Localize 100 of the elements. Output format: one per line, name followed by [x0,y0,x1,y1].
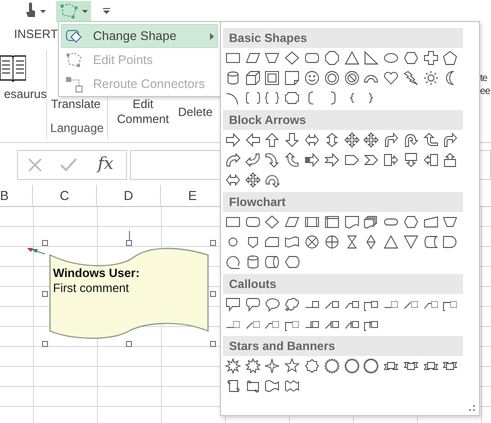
punched-tape-icon[interactable] [284,234,300,250]
block-arrow-icon[interactable] [284,132,300,148]
notched-arrow-icon[interactable] [324,152,340,168]
arrow-callout-icon[interactable] [442,152,458,168]
four-way-arrow-icon[interactable] [244,172,261,188]
rectangle-icon[interactable] [224,50,241,66]
menu-item[interactable]: Change Shape [61,24,218,48]
u-turn-arrow-icon[interactable] [402,132,419,148]
arrow-callout-icon[interactable] [402,152,419,168]
resize-handle[interactable] [42,341,48,347]
card-shape-icon[interactable] [264,234,280,250]
block-arrow-icon[interactable] [244,132,261,148]
right-triangle-icon[interactable] [363,50,380,66]
rectangular-callout-icon[interactable] [224,296,241,312]
chevron-icon[interactable] [363,152,380,168]
explosion-icon[interactable] [224,358,241,374]
resize-handle[interactable] [210,341,216,347]
cross-icon[interactable] [422,50,439,66]
bent-arrow-icon[interactable] [442,132,458,148]
horizontal-scroll-icon[interactable] [244,378,261,394]
prohibition-sign-icon[interactable] [344,70,360,86]
triangle-icon[interactable] [383,234,400,250]
rectangle-icon[interactable] [224,214,241,230]
cylinder-icon[interactable] [224,70,241,86]
insert-function-button[interactable]: fx [94,152,118,178]
cloud-callout-icon[interactable] [284,296,300,312]
eight-point-star-icon[interactable] [304,358,320,374]
block-arrow-icon[interactable] [264,132,280,148]
double-headed-arrow-icon[interactable] [324,132,340,148]
twenty-four-point-star-icon[interactable] [344,358,360,374]
double-bracket-icon[interactable] [244,90,261,106]
smiley-icon[interactable] [304,70,320,86]
direct-access-storage-icon[interactable] [264,254,280,270]
arrow-callout-icon[interactable] [422,152,439,168]
double-headed-arrow-icon[interactable] [304,132,320,148]
curved-arrow-icon[interactable] [244,152,261,168]
arc-icon[interactable] [224,90,241,106]
hexagon-icon[interactable] [402,50,419,66]
display-shape-icon[interactable] [284,254,300,270]
parallelogram-icon[interactable] [244,50,261,66]
thirty-two-point-star-icon[interactable] [363,358,380,374]
sixteen-point-star-icon[interactable] [324,358,340,374]
check-icon[interactable] [60,158,77,172]
sun-icon[interactable] [422,70,439,86]
column-header[interactable]: C [33,185,97,206]
resize-handle[interactable] [126,240,132,246]
wave-icon[interactable] [264,378,280,394]
curved-arrow-icon[interactable] [264,152,280,168]
plaque-icon[interactable] [284,90,300,106]
folded-corner-icon[interactable] [284,70,300,86]
ellipse-icon[interactable] [383,50,400,66]
resize-handle[interactable] [210,240,216,246]
ribbon-tab[interactable]: INSERT [0,24,58,42]
column-header[interactable]: B [0,185,33,206]
ribbon-button[interactable]: Edit Comment [114,97,172,127]
sequential-access-icon[interactable] [224,254,241,270]
vertical-scroll-icon[interactable] [224,378,241,394]
triangle-icon[interactable] [344,50,360,66]
document-shape-icon[interactable] [344,214,360,230]
pentagon-icon[interactable] [442,50,458,66]
or-junction-icon[interactable] [324,234,340,250]
pentagon-arrow-icon[interactable] [344,152,360,168]
resize-handle[interactable] [210,291,216,297]
ribbon-button[interactable]: Delete [178,97,213,127]
double-headed-arrow-icon[interactable] [224,172,241,188]
double-brace-icon[interactable] [264,90,280,106]
heart-icon[interactable] [383,70,400,86]
octagon-icon[interactable] [324,50,340,66]
striped-arrow-icon[interactable] [304,152,320,168]
cylinder-icon[interactable] [244,254,261,270]
diamond-icon[interactable] [284,50,300,66]
arrow-callout-icon[interactable] [383,152,400,168]
resize-handle[interactable] [126,341,132,347]
rounded-rectangle-icon[interactable] [244,214,261,230]
delay-shape-icon[interactable] [442,234,458,250]
column-header[interactable]: D [97,185,161,206]
trapezoid-icon[interactable] [264,50,280,66]
four-point-star-icon[interactable] [264,358,280,374]
curved-arrow-icon[interactable] [284,152,300,168]
lightning-bolt-icon[interactable] [402,70,419,86]
circular-arrow-icon[interactable] [264,172,280,188]
frame-icon[interactable] [264,70,280,86]
summing-junction-icon[interactable] [304,234,320,250]
explosion-icon[interactable] [244,358,261,374]
double-wave-icon[interactable] [284,378,300,394]
block-arrow-icon[interactable] [224,132,241,148]
rounded-callout-icon[interactable] [244,296,261,312]
star-icon[interactable] [284,358,300,374]
ribbon-button[interactable]: Translate [51,97,101,112]
bent-arrow-icon[interactable] [383,132,400,148]
cube-icon[interactable] [244,70,261,86]
resize-handle[interactable] [42,291,48,297]
resize-handle[interactable] [42,240,48,246]
multidocument-icon[interactable] [363,214,380,230]
curved-arrow-icon[interactable] [224,152,241,168]
four-way-arrow-icon[interactable] [363,132,380,148]
oval-callout-icon[interactable] [264,296,280,312]
diamond-icon[interactable] [264,214,280,230]
trapezoid-icon[interactable] [442,214,458,230]
hexagon-icon[interactable] [402,214,419,230]
